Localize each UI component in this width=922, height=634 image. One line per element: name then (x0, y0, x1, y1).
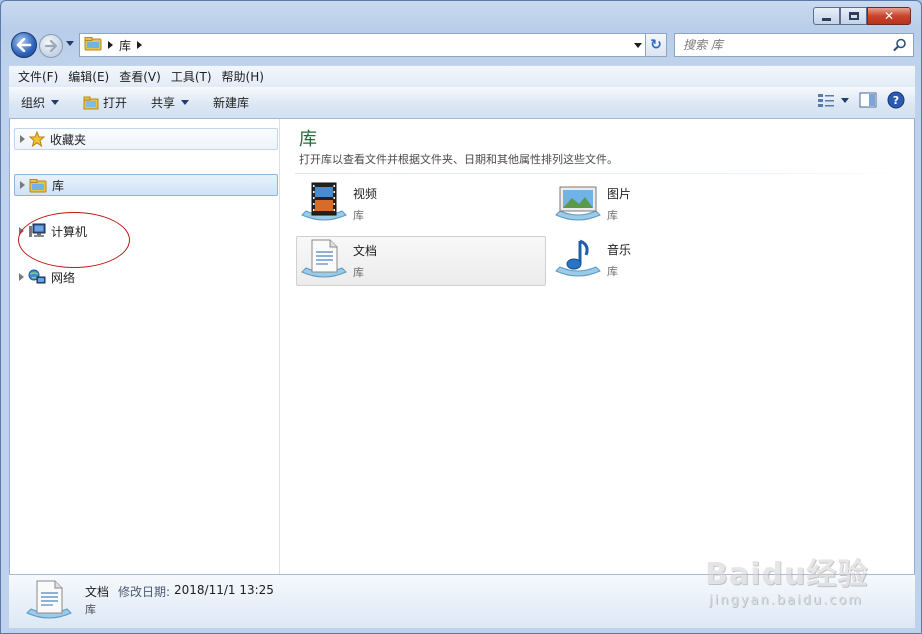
search-box[interactable] (674, 33, 914, 57)
refresh-button[interactable]: ↻ (645, 33, 667, 57)
expand-icon[interactable] (20, 135, 25, 143)
refresh-icon: ↻ (650, 37, 662, 53)
content-area: 收藏夹 库 计算机 网络 库 打开库以查看文件并根据文件夹、日期和其他属性排列这… (9, 119, 915, 574)
view-controls: ? (817, 91, 905, 109)
library-tile-videos[interactable]: 视频 库 (297, 179, 547, 229)
documents-library-icon (25, 579, 73, 628)
details-modified-label: 修改日期: (118, 585, 171, 599)
chevron-down-icon (841, 97, 849, 103)
breadcrumb-library[interactable]: 库 (119, 37, 131, 54)
watermark-brand: Baidu经验 (705, 557, 869, 592)
recent-pages-dropdown[interactable] (66, 41, 74, 46)
network-icon (28, 269, 46, 285)
close-icon: ✕ (883, 9, 895, 23)
expand-icon[interactable] (19, 273, 24, 281)
music-library-icon (553, 235, 603, 285)
share-label: 共享 (151, 96, 176, 110)
menu-file[interactable]: 文件(F) (13, 68, 63, 85)
back-button[interactable] (11, 32, 37, 58)
library-tile-type: 库 (607, 209, 618, 222)
maximize-button[interactable] (840, 7, 867, 25)
arrow-right-icon (44, 40, 58, 52)
library-tile-name: 图片 (607, 187, 632, 201)
change-view-button[interactable] (817, 92, 849, 108)
watermark-url: jingyan.baidu.com (709, 593, 863, 608)
nav-item-label: 网络 (51, 270, 76, 285)
organize-label: 组织 (21, 96, 46, 110)
pictures-library-icon (553, 179, 603, 229)
annotation-ellipse (18, 212, 130, 268)
open-folder-icon (83, 96, 99, 110)
video-library-icon (299, 179, 349, 229)
command-bar: 组织 打开 共享 新建库 ? (9, 87, 915, 119)
library-tile-type: 库 (353, 266, 364, 279)
help-button[interactable]: ? (887, 91, 905, 109)
details-modified-date: 2018/11/1 13:25 (174, 583, 274, 597)
menu-help[interactable]: 帮助(H) (217, 68, 269, 85)
library-tile-type: 库 (353, 209, 364, 222)
library-tile-documents[interactable]: 文档 库 (296, 236, 546, 286)
chevron-down-icon (181, 100, 190, 105)
new-library-button[interactable]: 新建库 (201, 90, 261, 116)
expand-icon[interactable] (20, 181, 25, 189)
menu-tools[interactable]: 工具(T) (166, 68, 217, 85)
library-tile-type: 库 (607, 265, 618, 278)
page-title: 库 (299, 129, 317, 150)
address-bar[interactable]: 库 (79, 33, 649, 57)
address-history-dropdown[interactable] (634, 43, 642, 48)
help-icon: ? (887, 91, 905, 109)
minimize-button[interactable] (813, 7, 840, 25)
search-input[interactable] (683, 38, 873, 52)
library-tile-name: 视频 (353, 187, 378, 201)
library-tile-name: 音乐 (607, 243, 632, 257)
arrow-left-icon (16, 38, 32, 52)
open-label: 打开 (103, 96, 128, 110)
search-icon[interactable] (893, 38, 907, 55)
new-library-label: 新建库 (213, 96, 250, 110)
details-item-type: 库 (85, 603, 96, 616)
explorer-window: ✕ 库 ↻ 文件(F) 编辑(E) 查看(V) 工具 (0, 0, 922, 634)
minimize-icon (822, 17, 831, 21)
close-button[interactable]: ✕ (867, 7, 911, 25)
nav-item-network[interactable]: 网络 (14, 266, 278, 288)
caption-buttons: ✕ (813, 7, 911, 25)
library-view: 库 打开库以查看文件并根据文件夹、日期和其他属性排列这些文件。 视频 库 图片 (281, 119, 914, 574)
forward-button[interactable] (39, 34, 63, 58)
nav-item-label: 收藏夹 (50, 132, 87, 147)
navigation-bar: 库 ↻ (9, 32, 915, 60)
navigation-pane: 收藏夹 库 计算机 网络 (10, 119, 280, 574)
breadcrumb-separator-icon[interactable] (137, 41, 143, 49)
share-button[interactable]: 共享 (139, 90, 201, 116)
menu-edit[interactable]: 编辑(E) (63, 68, 114, 85)
star-icon (29, 131, 45, 147)
chevron-down-icon (51, 100, 60, 105)
view-options-icon (818, 94, 834, 107)
nav-item-favorites[interactable]: 收藏夹 (14, 128, 278, 150)
library-tile-pictures[interactable]: 图片 库 (551, 179, 801, 229)
svg-text:?: ? (893, 94, 899, 107)
preview-pane-button[interactable] (859, 92, 877, 108)
organize-button[interactable]: 组织 (9, 90, 71, 116)
baidu-watermark: Baidu经验 jingyan.baidu.com (705, 549, 895, 619)
menu-view[interactable]: 查看(V) (114, 68, 166, 85)
documents-library-icon (299, 236, 349, 286)
library-folder-icon (29, 178, 47, 193)
library-tile-music[interactable]: 音乐 库 (551, 235, 801, 285)
header-divider (295, 173, 907, 174)
details-item-name: 文档 (85, 585, 110, 599)
page-description: 打开库以查看文件并根据文件夹、日期和其他属性排列这些文件。 (299, 153, 618, 166)
maximize-icon (848, 12, 859, 20)
preview-pane-icon (859, 92, 877, 108)
library-tile-name: 文档 (353, 244, 378, 258)
nav-item-label: 库 (52, 178, 65, 193)
nav-item-libraries[interactable]: 库 (14, 174, 278, 196)
breadcrumb-separator-icon[interactable] (108, 41, 113, 49)
open-button[interactable]: 打开 (71, 90, 139, 116)
library-folder-icon (84, 36, 102, 55)
menu-bar: 文件(F) 编辑(E) 查看(V) 工具(T) 帮助(H) (9, 65, 915, 87)
